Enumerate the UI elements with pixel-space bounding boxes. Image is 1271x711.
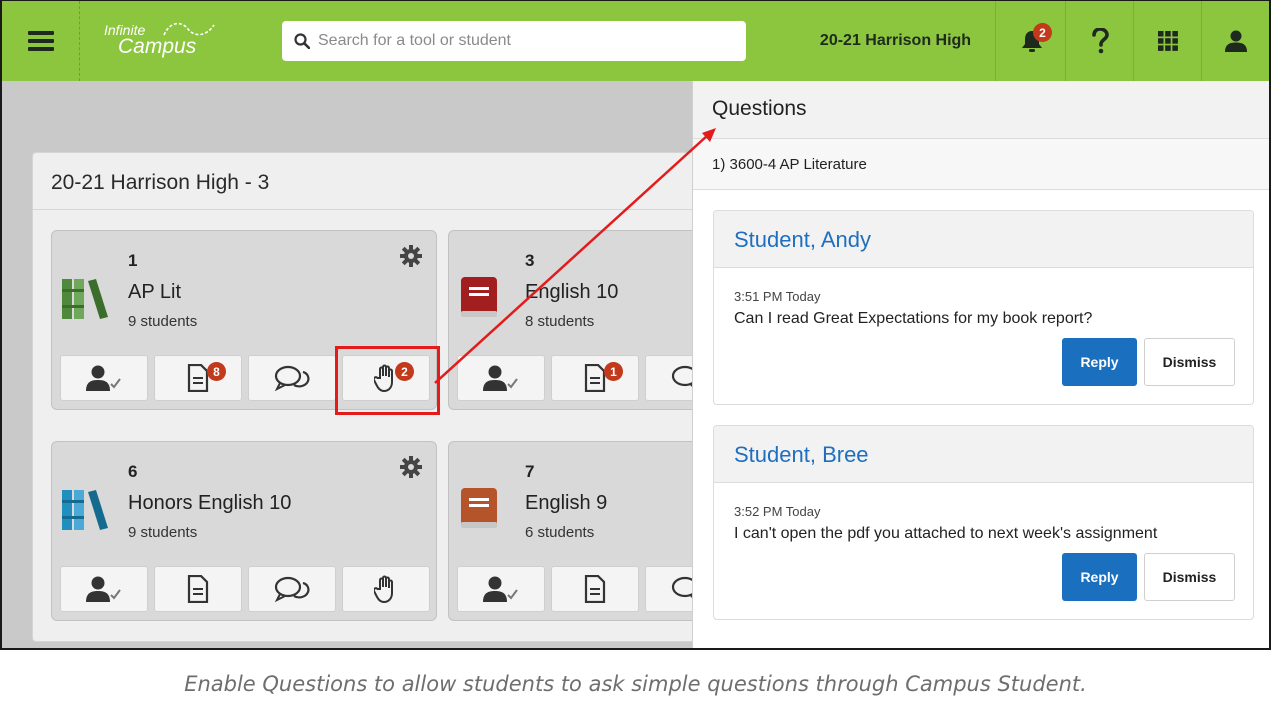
student-count: 9 students [128,313,198,330]
attendance-icon [86,576,121,602]
question-icon [1091,28,1109,54]
chat-icon [274,365,310,392]
section-divider [33,209,731,210]
figure-caption: Enable Questions to allow students to as… [184,672,1087,696]
menu-button[interactable] [2,1,80,81]
assignments-button[interactable] [154,566,242,612]
top-bar: Infinite Campus 20-21 Harrison High 2 [2,1,1269,81]
raised-hand-icon [374,575,393,603]
hamburger-icon [27,27,54,55]
assignments-button[interactable]: 1 [551,355,639,401]
gear-icon[interactable] [400,456,422,483]
course-period: 7 [525,462,535,481]
app-window: Infinite Campus 20-21 Harrison High 2 20… [0,0,1271,650]
books-icon [62,488,114,537]
attendance-button[interactable] [60,355,148,401]
course-name[interactable]: English 9 [525,492,607,515]
dismiss-button[interactable]: Dismiss [1144,338,1235,386]
student-name-link[interactable]: Student, Andy [734,227,871,253]
attendance-icon [483,576,518,602]
annotation-highlight-box [335,346,440,415]
reply-button[interactable]: Reply [1062,338,1137,386]
attendance-icon [86,365,121,391]
assignments-badge: 1 [604,362,623,381]
course-period: 6 [128,462,138,481]
questions-title: Questions [712,97,807,120]
search-icon [294,33,310,49]
question-text: I can't open the pdf you attached to nex… [734,525,1158,542]
user-icon [1225,30,1247,52]
discussions-button[interactable] [248,355,336,401]
document-icon [584,575,606,603]
gear-icon[interactable] [400,245,422,272]
book-icon [459,277,511,326]
document-icon [584,364,606,392]
book-icon [459,488,511,537]
course-period: 1 [128,251,138,270]
logo[interactable]: Infinite Campus [104,22,215,57]
apps-button[interactable] [1134,1,1202,81]
student-name-link[interactable]: Student, Bree [734,442,869,468]
notification-badge: 2 [1033,23,1052,42]
attendance-button[interactable] [457,566,545,612]
questions-panel: Questions 1) 3600-4 AP Literature Studen… [692,81,1269,648]
search-box[interactable] [282,21,746,61]
question-time: 3:52 PM Today [734,504,821,519]
student-count: 6 students [525,524,595,541]
course-period: 3 [525,251,535,270]
assignments-button[interactable] [551,566,639,612]
question-time: 3:51 PM Today [734,289,821,304]
assignments-badge: 8 [207,362,226,381]
section-title: 20-21 Harrison High - 3 [51,171,270,194]
attendance-icon [483,365,518,391]
course-label: 1) 3600-4 AP Literature [712,156,867,173]
questions-header: Questions [693,81,1269,139]
attendance-button[interactable] [457,355,545,401]
student-count: 9 students [128,524,198,541]
question-text: Can I read Great Expectations for my boo… [734,310,1093,327]
notifications-button[interactable]: 2 [998,1,1066,81]
document-icon [187,364,209,392]
course-name[interactable]: Honors English 10 [128,492,291,515]
search-input[interactable] [318,32,746,50]
discussions-button[interactable] [248,566,336,612]
document-icon [187,575,209,603]
help-button[interactable] [1066,1,1134,81]
assignments-button[interactable]: 8 [154,355,242,401]
course-card[interactable]: 6 Honors English 10 9 students [51,441,437,621]
question-card: Student, Andy 3:51 PM Today Can I read G… [713,210,1254,405]
user-menu-button[interactable] [1202,1,1269,81]
logo-swirl-icon [163,22,215,36]
dismiss-button[interactable]: Dismiss [1144,553,1235,601]
chat-icon [274,576,310,603]
grid-icon [1157,31,1178,51]
course-name[interactable]: AP Lit [128,281,181,304]
attendance-button[interactable] [60,566,148,612]
reply-button[interactable]: Reply [1062,553,1137,601]
questions-course-header: 1) 3600-4 AP Literature [693,139,1269,190]
course-name[interactable]: English 10 [525,281,618,304]
student-count: 8 students [525,313,595,330]
question-card: Student, Bree 3:52 PM Today I can't open… [713,425,1254,620]
books-icon [62,277,114,326]
questions-button[interactable] [342,566,430,612]
school-selector[interactable]: 20-21 Harrison High [796,1,996,81]
